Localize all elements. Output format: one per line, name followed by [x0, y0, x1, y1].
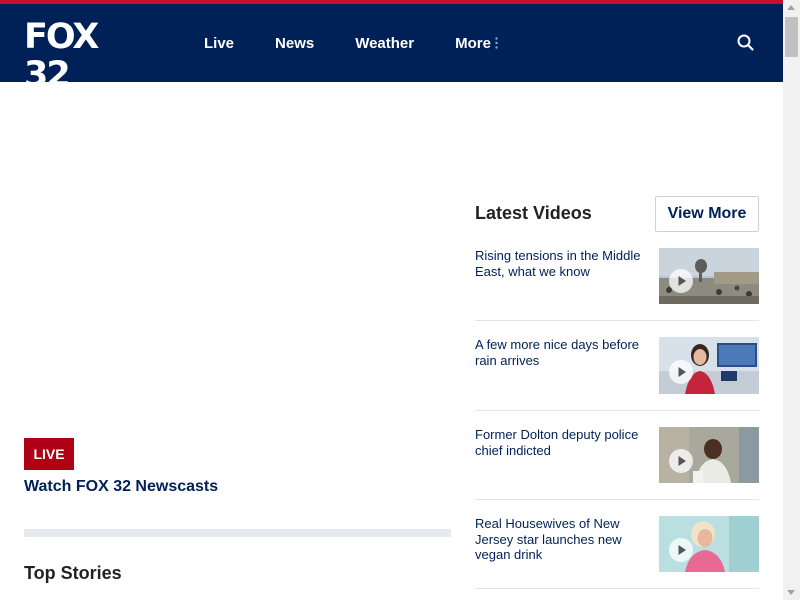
site-header: FOX 32 CHICAGO Live News Weather More: [0, 4, 783, 104]
live-badge[interactable]: LIVE: [24, 438, 74, 470]
scroll-thumb[interactable]: [785, 17, 798, 57]
video-separator: [475, 588, 759, 589]
top-stories-heading: Top Stories: [24, 563, 122, 583]
logo-main-text: FOX 32: [24, 17, 99, 95]
nav-news[interactable]: News: [275, 35, 314, 52]
nav-live[interactable]: Live: [204, 35, 234, 52]
play-icon[interactable]: [669, 269, 693, 293]
latest-videos-heading: Latest Videos: [475, 203, 592, 223]
logo-sub-text: CHICAGO: [25, 91, 130, 105]
nav-weather[interactable]: Weather: [355, 35, 414, 52]
nav-more-label: More: [455, 34, 491, 52]
video-title[interactable]: Real Housewives of New Jersey star launc…: [475, 516, 650, 563]
nav-weather-label: Weather: [355, 34, 415, 52]
fox32-logo[interactable]: FOX 32 CHICAGO: [24, 18, 144, 104]
video-item[interactable]: A few more nice days before rain arrives: [475, 337, 759, 427]
play-icon[interactable]: [669, 360, 693, 384]
video-title[interactable]: A few more nice days before rain arrives: [475, 337, 650, 368]
page-scrollbar[interactable]: [783, 0, 800, 600]
view-more-button[interactable]: View More: [655, 196, 759, 232]
more-dots-icon: [495, 37, 498, 49]
video-title[interactable]: Former Dolton deputy police chief indict…: [475, 427, 650, 458]
video-title[interactable]: Rising tensions in the Middle East, what…: [475, 248, 650, 279]
play-icon[interactable]: [669, 538, 693, 562]
search-icon: [737, 34, 754, 51]
video-item[interactable]: Rising tensions in the Middle East, what…: [475, 248, 759, 338]
scroll-down-arrow-icon[interactable]: [787, 590, 795, 595]
scroll-up-arrow-icon[interactable]: [787, 5, 795, 10]
play-icon[interactable]: [669, 449, 693, 473]
video-item[interactable]: Former Dolton deputy police chief indict…: [475, 427, 759, 517]
search-button[interactable]: [736, 32, 756, 54]
watch-newscasts-link[interactable]: Watch FOX 32 Newscasts: [24, 478, 218, 496]
section-divider: [24, 529, 451, 537]
nav-news-label: News: [275, 34, 315, 52]
nav-more[interactable]: More: [455, 35, 498, 52]
video-separator: [475, 320, 759, 321]
main-nav: Live News Weather More: [204, 4, 539, 82]
nav-live-label: Live: [204, 34, 235, 52]
video-separator: [475, 499, 759, 500]
video-separator: [475, 410, 759, 411]
